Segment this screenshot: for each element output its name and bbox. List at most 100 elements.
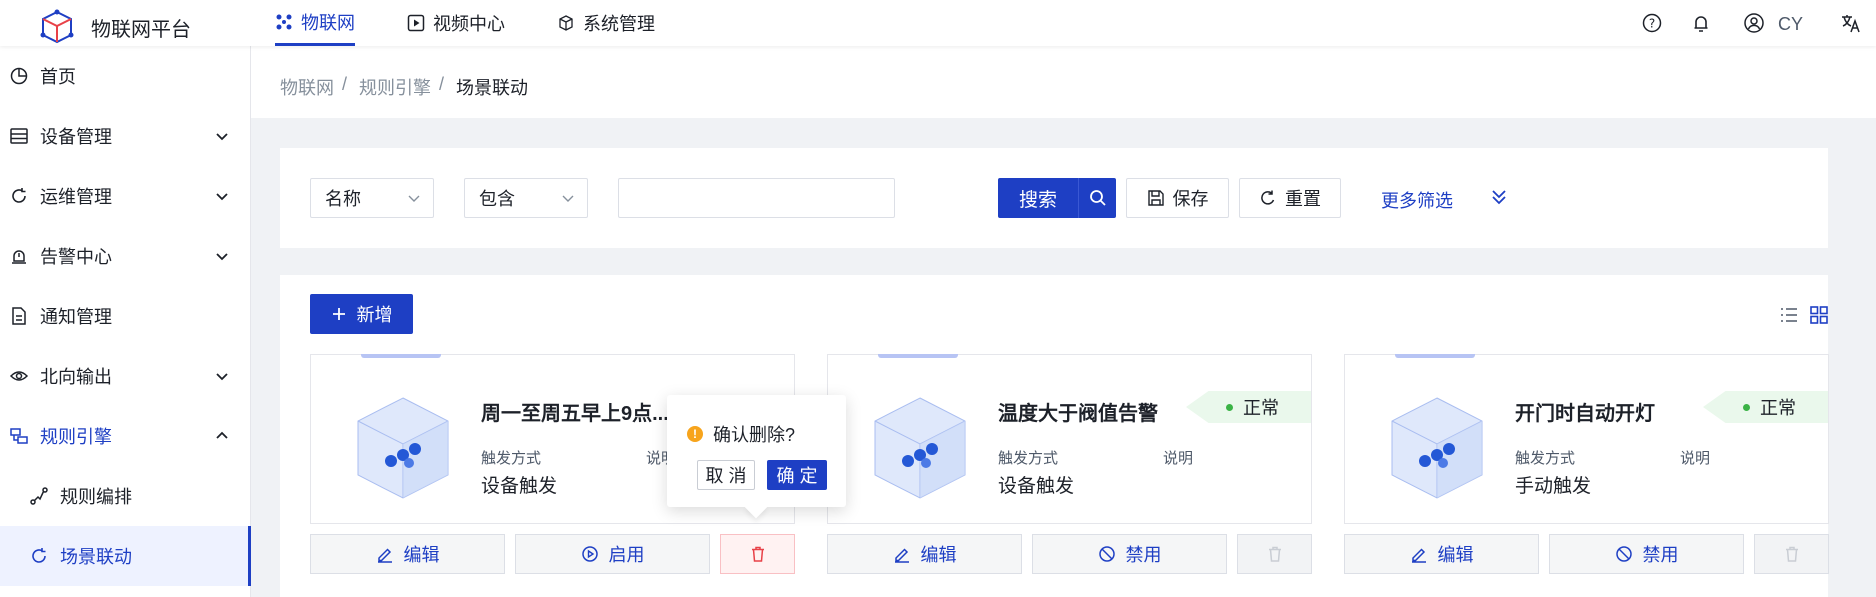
flow-icon [30,487,48,505]
chevron-down-icon [216,373,228,381]
breadcrumb-item[interactable]: 物联网 [280,74,334,100]
sidebar-item-rule-engine[interactable]: 规则引擎 [0,406,251,466]
refresh-icon [12,188,26,203]
topnav-video[interactable]: 视频中心 [407,0,505,46]
confirm-button[interactable]: 确 定 [767,460,827,490]
edit-button[interactable]: 编辑 [310,534,505,574]
delete-button[interactable] [720,534,795,574]
edit-icon [1411,548,1426,563]
warning-icon: ! [687,426,703,442]
disable-button[interactable]: 禁用 [1549,534,1744,574]
chevron-down-icon [562,195,574,202]
trigger-type-value: 设备触发 [481,476,558,497]
search-button[interactable]: 搜索 [998,178,1116,218]
save-button-label: 保存 [1172,189,1209,209]
sidebar-item-home[interactable]: 首页 [0,46,251,106]
sidebar-item-alarms[interactable]: 告警中心 [0,226,251,286]
scene-card[interactable]: 开门时自动开灯 触发方式 说明 手动触发 正常 [1344,354,1829,524]
sidebar-item-devices[interactable]: 设备管理 [0,106,251,166]
rule-icon [10,428,28,444]
status-dot [1226,403,1233,411]
sidebar-item-notifications[interactable]: 通知管理 [0,286,251,346]
sidebar-item-label: 规则引擎 [40,427,112,447]
breadcrumb-current: 场景联动 [456,78,528,98]
sidebar-item-label: 规则编排 [60,487,132,507]
user-avatar-icon[interactable] [1743,12,1765,34]
topnav-iot[interactable]: 物联网 [275,0,355,46]
topnav-system-label: 系统管理 [583,14,655,34]
sidebar-item-label: 场景联动 [60,547,132,567]
play-icon [407,14,425,32]
grid-view-icon[interactable] [1809,305,1829,325]
sidebar-item-label: 通知管理 [40,307,112,327]
more-filters-link[interactable]: 更多筛选 [1381,187,1453,213]
scene-cube-icon [1391,397,1483,499]
enable-button-label: 启用 [608,545,645,565]
card-tab [878,354,958,358]
trash-icon [1268,546,1281,562]
disable-button[interactable]: 禁用 [1032,534,1227,574]
trigger-type-value: 设备触发 [998,476,1075,497]
reset-button[interactable]: 重置 [1239,178,1341,218]
sidebar-item-ops[interactable]: 运维管理 [0,166,251,226]
filter-value-input[interactable] [618,178,895,218]
logo-cube-icon [40,9,74,44]
chevron-up-icon [216,431,228,439]
sidebar-item-label: 首页 [40,67,76,87]
reset-button-label: 重置 [1285,189,1321,209]
delete-button-disabled[interactable] [1237,534,1312,574]
topnav-system[interactable]: 系统管理 [557,0,655,46]
user-name[interactable]: CY [1778,14,1803,35]
plus-icon [332,308,345,320]
cancel-button[interactable]: 取 消 [697,460,755,490]
edit-button-label: 编辑 [403,545,440,565]
server-icon [10,128,28,144]
enable-button[interactable]: 启用 [515,534,710,574]
sidebar: 首页 设备管理 运维管理 告警中心 通知管理 北向输出 规则引擎 规则编排 场景… [0,46,251,597]
edit-button-label: 编辑 [1437,545,1474,565]
trigger-type-value: 手动触发 [1515,476,1592,497]
scene-card[interactable]: 温度大于阀值告警 触发方式 说明 设备触发 正常 [827,354,1312,524]
sidebar-item-label: 告警中心 [40,247,112,267]
disable-button-label: 禁用 [1642,545,1679,565]
ban-icon [1615,546,1632,562]
description-label: 说明 [1680,450,1711,467]
scene-name: 开门时自动开灯 [1515,403,1655,425]
edit-icon [894,548,909,563]
add-button[interactable]: 新增 [310,294,413,334]
scene-icon [32,548,46,563]
double-chevron-down-icon[interactable] [1490,188,1508,206]
save-icon [1147,190,1164,206]
add-button-label: 新增 [356,305,393,325]
scene-cube-icon [874,397,966,499]
confirm-message-text: 确认删除? [713,425,796,445]
search-icon [1078,178,1116,218]
sidebar-item-northbound[interactable]: 北向输出 [0,346,251,406]
bell-icon[interactable] [1690,12,1712,34]
top-bar: 物联网平台 物联网 视频中心 系统管理 ? CY [0,0,1876,46]
delete-confirm-popover: ! 确认删除? 取 消 确 定 [667,395,846,519]
trigger-type-label: 触发方式 [481,450,542,467]
filter-field-select[interactable]: 名称 [310,178,434,218]
edit-button-label: 编辑 [920,545,957,565]
breadcrumb-item[interactable]: 规则引擎 [359,74,431,100]
edit-button[interactable]: 编辑 [827,534,1022,574]
sidebar-item-rule-orchestration[interactable]: 规则编排 [0,466,251,526]
trigger-type-label: 触发方式 [998,450,1059,467]
document-icon [12,307,26,325]
translate-icon[interactable] [1840,12,1862,34]
chevron-down-icon [408,195,420,202]
list-view-icon[interactable] [1779,305,1799,325]
topnav-video-label: 视频中心 [433,14,505,34]
trash-icon [1785,546,1798,562]
status-text: 正常 [1243,398,1279,418]
edit-button[interactable]: 编辑 [1344,534,1539,574]
delete-button-disabled[interactable] [1754,534,1829,574]
alarm-icon [12,250,26,264]
sidebar-item-scene-linkage[interactable]: 场景联动 [0,526,251,586]
app-title: 物联网平台 [91,19,191,41]
eye-icon [9,371,29,381]
help-icon[interactable]: ? [1641,12,1663,34]
save-button[interactable]: 保存 [1126,178,1229,218]
filter-operator-select[interactable]: 包含 [464,178,588,218]
